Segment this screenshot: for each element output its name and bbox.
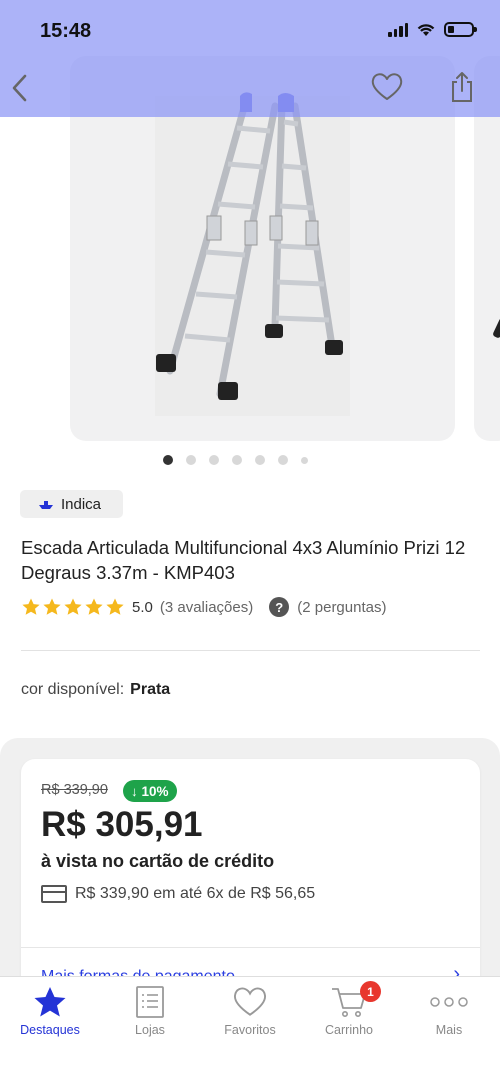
chevron-left-icon [12, 74, 27, 102]
discount-badge: ↓ 10% [123, 780, 177, 802]
tab-favoritos[interactable]: Favoritos [205, 985, 295, 1037]
next-image-detail [492, 317, 500, 339]
star-icon [22, 598, 40, 615]
price-card: R$ 339,90 ↓ 10% R$ 305,91 à vista no car… [21, 759, 480, 999]
questions-link[interactable]: (2 perguntas) [297, 599, 386, 616]
tab-label: Destaques [20, 1023, 80, 1037]
tab-lojas[interactable]: Lojas [105, 985, 195, 1037]
cart-icon: 1 [331, 981, 381, 1019]
badge-label: Indica [61, 495, 102, 513]
color-label: cor disponível: [21, 681, 125, 698]
wifi-icon [417, 24, 435, 36]
back-button[interactable] [8, 72, 32, 104]
tab-label: Mais [435, 1023, 463, 1037]
star-icon [85, 598, 103, 615]
tab-mais[interactable]: Mais [404, 985, 494, 1037]
indica-badge: Indica [20, 490, 123, 518]
old-price: R$ 339,90 [41, 782, 108, 798]
pagination-dot[interactable] [254, 455, 265, 465]
product-title: Escada Articulada Multifuncional 4x3 Alu… [21, 537, 466, 583]
installment-row: R$ 339,90 em até 6x de R$ 56,65 [41, 885, 315, 903]
star-icon [64, 598, 82, 615]
rating-stars [21, 597, 125, 617]
pagination-dot[interactable] [185, 455, 196, 465]
tab-label: Carrinho [325, 1023, 373, 1037]
more-icon [429, 985, 469, 1019]
divider [21, 650, 480, 651]
tab-label: Favoritos [224, 1023, 276, 1037]
share-icon [452, 72, 472, 102]
star-icon [43, 598, 61, 615]
installment-text: R$ 339,90 em até 6x de R$ 56,65 [75, 885, 316, 902]
battery-icon [444, 22, 477, 37]
status-bar: 15:48 [0, 0, 500, 62]
share-button[interactable] [448, 70, 476, 104]
favorite-button[interactable] [370, 72, 404, 104]
rating-row: 5.0 (3 avaliações) ? (2 perguntas) [21, 597, 386, 617]
gallery-pagination [0, 455, 500, 465]
reviews-link[interactable]: (3 avaliações) [160, 599, 253, 616]
heart-icon [371, 73, 403, 100]
list-icon [135, 985, 165, 1019]
signal-icon [388, 22, 408, 37]
status-time: 15:48 [40, 20, 92, 42]
payment-label: à vista no cartão de crédito [41, 851, 275, 871]
tab-label: Lojas [135, 1023, 165, 1037]
boat-icon [39, 501, 53, 509]
credit-card-icon [41, 885, 67, 903]
cart-count-badge: 1 [360, 981, 381, 1002]
star-icon [33, 985, 67, 1019]
tab-carrinho[interactable]: 1 Carrinho [304, 981, 394, 1037]
pagination-dot[interactable] [208, 455, 219, 465]
current-price: R$ 305,91 [41, 805, 203, 844]
tab-destaques[interactable]: Destaques [5, 985, 95, 1037]
pagination-dot[interactable] [300, 456, 308, 464]
pagination-dot[interactable] [162, 455, 173, 465]
color-row: cor disponível: Prata [21, 681, 170, 699]
bottom-tab-bar: Destaques Lojas Favoritos 1 Carrinho Mai… [0, 976, 500, 1082]
status-icons [388, 22, 477, 37]
rating-value: 5.0 [132, 598, 153, 616]
question-icon: ? [269, 597, 290, 617]
color-value: Prata [130, 681, 171, 698]
pagination-dot[interactable] [277, 455, 288, 465]
star-icon [106, 598, 124, 615]
pagination-dot[interactable] [231, 455, 242, 465]
top-nav [0, 62, 500, 117]
heart-icon [232, 985, 268, 1019]
divider [21, 947, 480, 948]
